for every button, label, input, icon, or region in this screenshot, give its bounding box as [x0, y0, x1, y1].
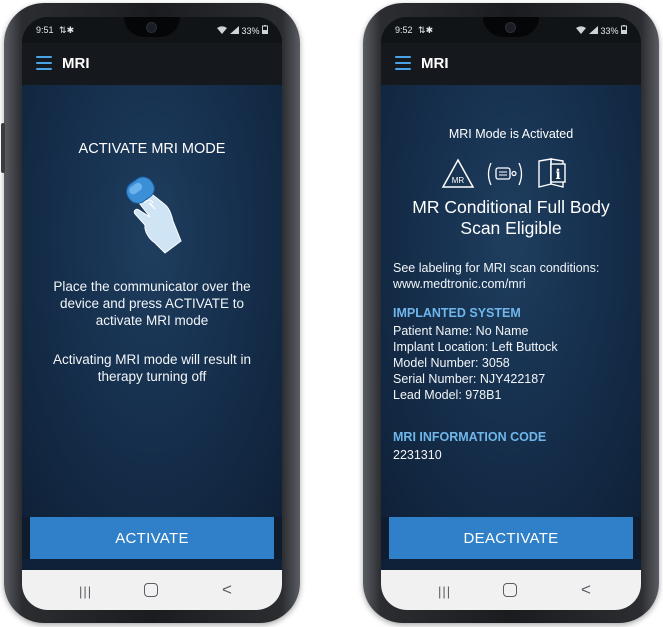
- phone-right: 9:52 ⇅✱ 33% MRI MRI Mode is Activated MR…: [363, 3, 659, 623]
- notification-icon: ⇅✱: [418, 25, 434, 35]
- medtronic-mri-link[interactable]: www.medtronic.com/mri: [393, 276, 633, 292]
- signal-icon: [229, 26, 242, 36]
- battery-icon: [621, 25, 627, 36]
- activated-content: MRI Mode is Activated MR i MR Conditiona…: [381, 85, 641, 517]
- activate-heading: ACTIVATE MRI MODE: [78, 141, 226, 157]
- system-nav-bar: ||| <: [381, 570, 641, 610]
- status-indicators: 33%: [217, 25, 268, 36]
- menu-icon[interactable]: [395, 56, 411, 70]
- back-icon[interactable]: <: [581, 580, 591, 600]
- status-indicators: 33%: [576, 25, 627, 36]
- status-bar: 9:52 ⇅✱ 33%: [381, 17, 641, 43]
- status-time: 9:52 ⇅✱: [395, 25, 434, 35]
- patient-name: Patient Name: No Name: [393, 324, 529, 338]
- home-icon[interactable]: [503, 583, 517, 597]
- mr-conditional-icon: MR: [441, 158, 475, 188]
- app-title: MRI: [62, 55, 90, 72]
- activate-button[interactable]: ACTIVATE: [30, 517, 274, 559]
- battery-icon: [262, 25, 268, 36]
- hand-holding-communicator-icon: [119, 173, 187, 260]
- instruction-therapy-warning: Activating MRI mode will result in thera…: [52, 352, 252, 384]
- status-bar: 9:51 ⇅✱ 33%: [22, 17, 282, 43]
- screen-activated: 9:52 ⇅✱ 33% MRI MRI Mode is Activated MR…: [381, 17, 641, 610]
- recent-apps-icon[interactable]: |||: [79, 584, 92, 599]
- mri-symbols: MR i: [441, 157, 581, 191]
- lead-model: Lead Model: 978B1: [393, 388, 502, 402]
- labeling-note: See labeling for MRI scan conditions: ww…: [393, 260, 633, 292]
- button-spacer: [381, 559, 641, 570]
- instruction-place-communicator: Place the communicator over the device a…: [53, 279, 251, 328]
- recent-apps-icon[interactable]: |||: [438, 584, 451, 599]
- mri-mode-status: MRI Mode is Activated: [448, 127, 574, 141]
- model-number: Model Number: 3058: [393, 356, 510, 370]
- device-connection-icon: [487, 162, 523, 186]
- implant-location: Implant Location: Left Buttock: [393, 340, 558, 354]
- signal-icon: [588, 26, 601, 36]
- wifi-icon: [576, 26, 589, 36]
- wifi-icon: [217, 26, 230, 36]
- screen-activate: 9:51 ⇅✱ 33% MRI ACTIVATE MRI MODE Place …: [22, 17, 282, 610]
- status-time: 9:51 ⇅✱: [36, 25, 75, 35]
- front-camera: [146, 22, 157, 33]
- front-camera: [505, 22, 516, 33]
- app-bar: MRI: [22, 43, 282, 85]
- implanted-system-details: Patient Name: No Name Implant Location: …: [393, 323, 633, 403]
- svg-text:i: i: [555, 167, 560, 183]
- button-spacer: [22, 559, 282, 570]
- scan-eligibility: MR Conditional Full Body Scan Eligible: [412, 197, 610, 238]
- notification-icon: ⇅✱: [59, 25, 75, 35]
- volume-button: [1, 123, 5, 173]
- mri-information-code-header: MRI INFORMATION CODE: [393, 430, 547, 444]
- phone-left: 9:51 ⇅✱ 33% MRI ACTIVATE MRI MODE Place …: [1, 3, 300, 623]
- svg-text:MR: MR: [452, 176, 465, 185]
- serial-number: Serial Number: NJY422187: [393, 372, 546, 386]
- back-icon[interactable]: <: [222, 580, 232, 600]
- implanted-system-header: IMPLANTED SYSTEM: [393, 306, 521, 320]
- deactivate-button[interactable]: DEACTIVATE: [389, 517, 633, 559]
- menu-icon[interactable]: [36, 56, 52, 70]
- battery-percent: 33%: [241, 26, 260, 36]
- home-icon[interactable]: [144, 583, 158, 597]
- consult-instructions-icon: i: [538, 158, 566, 188]
- app-title: MRI: [421, 55, 449, 72]
- battery-percent: 33%: [600, 26, 619, 36]
- system-nav-bar: ||| <: [22, 570, 282, 610]
- activate-content: ACTIVATE MRI MODE Place the communicator…: [22, 85, 282, 517]
- mri-information-code: 2231310: [393, 448, 442, 462]
- app-bar: MRI: [381, 43, 641, 85]
